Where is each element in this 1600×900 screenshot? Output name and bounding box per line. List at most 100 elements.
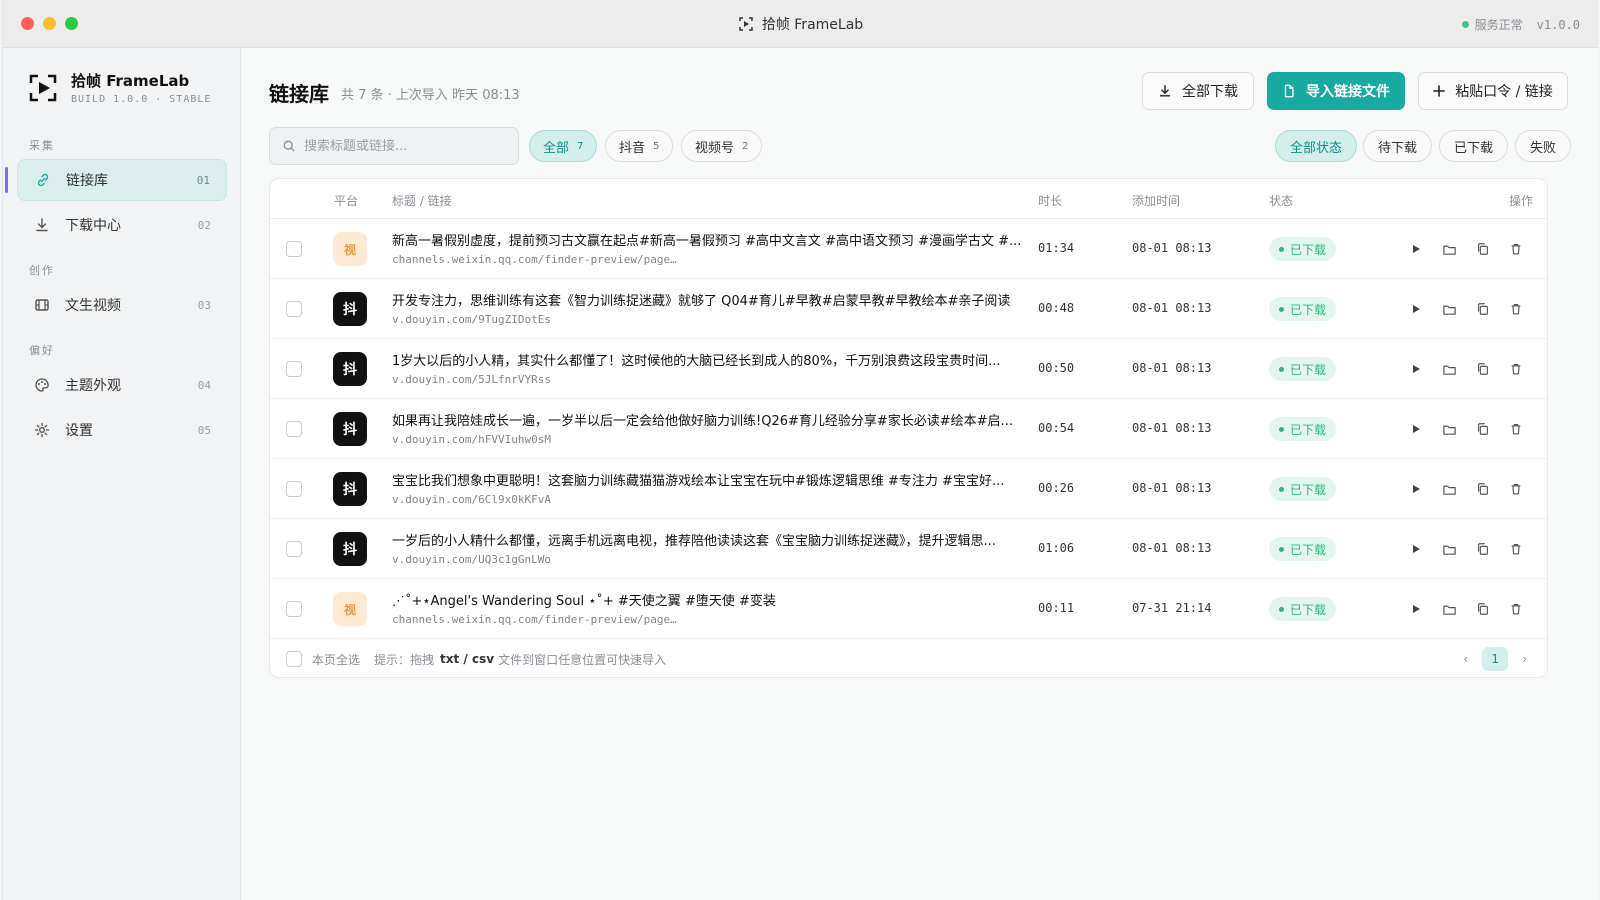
copy-icon[interactable] (1473, 599, 1493, 619)
folder-icon[interactable] (1439, 479, 1459, 499)
table-row[interactable]: 抖 一岁后的小人精什么都懂，远离手机远离电视，推荐陪他读读这套《宝宝脑力训练捉迷藏… (270, 519, 1547, 579)
trash-icon[interactable] (1506, 479, 1526, 499)
douyin-icon: 抖 (333, 292, 367, 326)
chip-label: 已下载 (1454, 140, 1494, 156)
table-row[interactable]: 抖 如果再让我陪娃成长一遍，一岁半以后一定会给他做好脑力训练!Q26#育儿经验分享… (270, 399, 1547, 459)
filter-chip-channels[interactable]: 视频号 2 (681, 130, 763, 162)
header-added: 添加时间 (1132, 194, 1181, 208)
row-added-time: 08-01 08:13 (1132, 241, 1212, 255)
active-indicator (5, 167, 8, 193)
sidebar-item-text-to-video[interactable]: 文生视频 03 (17, 284, 227, 326)
status-filter-failed[interactable]: 失败 (1515, 130, 1572, 162)
chip-label: 失败 (1530, 140, 1557, 156)
row-link[interactable]: v.douyin.com/6Cl9x0kKFvA (392, 493, 551, 506)
import-file-button[interactable]: 导入链接文件 (1267, 72, 1405, 110)
download-all-button[interactable]: 全部下载 (1142, 72, 1254, 110)
titlebar: 拾帧 FrameLab 服务正常 v1.0.0 (3, 0, 1598, 48)
table-row[interactable]: 抖 宝宝比我们想象中更聪明！这套脑力训练藏猫猫游戏绘本让宝宝在玩中#锻炼逻辑思维 … (270, 459, 1547, 519)
sidebar-item-settings[interactable]: 设置 05 (17, 409, 227, 451)
play-icon[interactable] (1406, 539, 1426, 559)
version-text: v1.0.0 (1536, 17, 1580, 32)
folder-icon[interactable] (1439, 359, 1459, 379)
row-checkbox[interactable] (286, 541, 302, 557)
copy-icon[interactable] (1473, 479, 1493, 499)
search-box[interactable] (269, 127, 519, 165)
search-input[interactable] (304, 138, 504, 154)
folder-icon[interactable] (1439, 419, 1459, 439)
row-added-time: 08-01 08:13 (1132, 481, 1212, 495)
trash-icon[interactable] (1506, 239, 1526, 259)
copy-icon[interactable] (1473, 419, 1493, 439)
sidebar-item-link-library[interactable]: 链接库 01 (17, 159, 227, 201)
status-text: 已下载 (1290, 482, 1327, 497)
trash-icon[interactable] (1506, 419, 1526, 439)
table-row[interactable]: 视 ⋰˚+⋆Angel's Wandering Soul ⋆˚+ #天使之翼 #堕… (270, 579, 1547, 639)
status-filter-downloaded[interactable]: 已下载 (1439, 130, 1509, 162)
row-link[interactable]: channels.weixin.qq.com/finder-preview/pa… (392, 253, 677, 266)
sidebar-item-download-center[interactable]: 下载中心 02 (17, 204, 227, 246)
row-checkbox[interactable] (286, 241, 302, 257)
status-filter-all[interactable]: 全部状态 (1275, 130, 1358, 162)
sidebar-item-theme[interactable]: 主题外观 04 (17, 364, 227, 406)
trash-icon[interactable] (1506, 539, 1526, 559)
folder-icon[interactable] (1439, 239, 1459, 259)
row-link[interactable]: channels.weixin.qq.com/finder-preview/pa… (392, 613, 677, 626)
row-checkbox[interactable] (286, 481, 302, 497)
page-number-button[interactable]: 1 (1482, 647, 1509, 671)
link-icon (34, 171, 52, 189)
table-row[interactable]: 抖 1岁大以后的小人精，其实什么都懂了！这时候他的大脑已经长到成人的80%，千万别… (270, 339, 1547, 399)
status-dot (1279, 426, 1284, 432)
trash-icon[interactable] (1506, 599, 1526, 619)
download-icon (1159, 85, 1171, 97)
plus-icon (1433, 85, 1445, 97)
status-badge: 已下载 (1269, 237, 1337, 261)
folder-icon[interactable] (1439, 299, 1459, 319)
filter-chip-douyin[interactable]: 抖音 5 (605, 130, 674, 162)
trash-icon[interactable] (1506, 299, 1526, 319)
table-row[interactable]: 视 新高一暑假别虚度，提前预习古文赢在起点#新高一暑假预习 #高中文言文 #高中语… (270, 219, 1547, 279)
channels-icon: 视 (333, 592, 367, 626)
play-icon[interactable] (1406, 479, 1426, 499)
status-dot (1279, 306, 1284, 312)
row-checkbox[interactable] (286, 601, 302, 617)
douyin-icon: 抖 (333, 352, 367, 386)
play-icon[interactable] (1406, 359, 1426, 379)
status-text: 已下载 (1290, 242, 1327, 257)
next-page-button[interactable]: › (1522, 652, 1527, 666)
chip-label: 抖音 (619, 140, 646, 156)
prev-page-button[interactable]: ‹ (1463, 652, 1468, 666)
copy-icon[interactable] (1473, 239, 1493, 259)
row-link[interactable]: v.douyin.com/9TugZIDotEs (392, 313, 551, 326)
play-icon[interactable] (1406, 599, 1426, 619)
row-duration: 01:06 (1038, 541, 1075, 555)
row-duration: 00:26 (1038, 481, 1075, 495)
row-checkbox[interactable] (286, 301, 302, 317)
row-duration: 00:48 (1038, 301, 1075, 315)
section-label-prefs: 偏好 (29, 344, 55, 357)
chip-count: 2 (742, 140, 749, 152)
row-link[interactable]: v.douyin.com/hFVVIuhw0sM (392, 433, 551, 446)
row-link[interactable]: v.douyin.com/UQ3c1gGnLWo (392, 553, 551, 566)
row-checkbox[interactable] (286, 361, 302, 377)
row-link[interactable]: v.douyin.com/5JLfnrVYRss (392, 373, 551, 386)
status-text: 已下载 (1290, 422, 1327, 437)
copy-icon[interactable] (1473, 539, 1493, 559)
copy-icon[interactable] (1473, 299, 1493, 319)
trash-icon[interactable] (1506, 359, 1526, 379)
folder-icon[interactable] (1439, 599, 1459, 619)
row-checkbox[interactable] (286, 421, 302, 437)
table-row[interactable]: 抖 开发专注力，思维训练有这套《智力训练捉迷藏》就够了 Q04#育儿#早教#启蒙早… (270, 279, 1547, 339)
play-icon[interactable] (1406, 239, 1426, 259)
select-page-checkbox[interactable] (286, 651, 302, 667)
pagination: ‹ 1 › (1463, 647, 1527, 671)
status-filter-pending[interactable]: 待下载 (1363, 130, 1433, 162)
sidebar-item-number: 01 (196, 173, 210, 187)
paste-link-button[interactable]: 粘贴口令 / 链接 (1418, 72, 1568, 110)
play-icon[interactable] (1406, 299, 1426, 319)
sidebar-item-number: 03 (197, 298, 211, 312)
filter-chip-all[interactable]: 全部 7 (529, 130, 598, 162)
folder-icon[interactable] (1439, 539, 1459, 559)
copy-icon[interactable] (1473, 359, 1493, 379)
play-icon[interactable] (1406, 419, 1426, 439)
douyin-icon: 抖 (333, 532, 367, 566)
